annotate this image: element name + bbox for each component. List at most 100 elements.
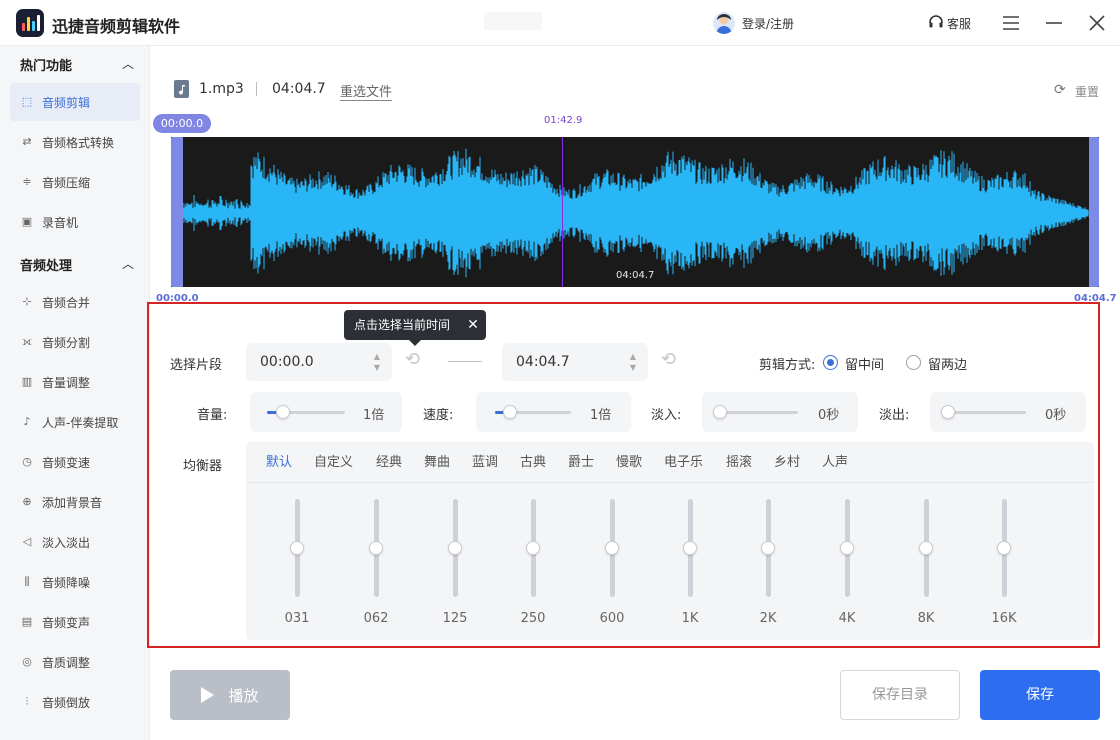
fade-in-slider[interactable]: 0秒 [702,392,858,432]
play-button[interactable]: 播放 [170,670,290,720]
sidebar-item-reverse[interactable]: ⫶ 音频倒放 [10,683,140,721]
sidebar-item-label: 音质调整 [42,655,91,670]
sidebar-item-label: 音频倒放 [42,695,91,710]
eq-band-label: 16K [991,611,1017,626]
radio-keep-both-ends-label[interactable]: 留两边 [928,354,967,373]
customer-service-link[interactable]: 客服 [947,15,971,32]
eq-band-thumb[interactable] [369,541,383,555]
sidebar-item-denoise[interactable]: ⫼ 音频降噪 [10,563,140,601]
sidebar-item-label: 音频分割 [42,335,91,350]
history-icon[interactable]: ⟲ [661,349,676,370]
minimize-icon[interactable] [1043,12,1065,34]
file-duration: 04:04.7 [272,81,326,97]
menu-icon[interactable] [1000,12,1022,34]
spinner-icon[interactable]: ▲ ▼ [374,351,380,373]
eq-preset-blues[interactable]: 蓝调 [472,451,498,470]
sidebar-item-fade[interactable]: ◁ 淡入淡出 [10,523,140,561]
save-directory-button[interactable]: 保存目录 [840,670,960,720]
eq-band-thumb[interactable] [919,541,933,555]
eq-band-thumb[interactable] [290,541,304,555]
sidebar-item-vocal-extract[interactable]: ♪ 人声-伴奏提取 [10,403,140,441]
sidebar-item-split[interactable]: ⟗ 音频分割 [10,323,140,361]
sidebar-item-label: 音频格式转换 [42,135,115,150]
sidebar-item-compress[interactable]: ≑ 音频压缩 [10,163,140,201]
quality-icon: ◎ [22,655,32,668]
eq-preset-classical[interactable]: 古典 [520,451,546,470]
add-bg-icon: ⊕ [22,495,32,508]
chevron-up-icon[interactable]: ︿ [122,55,134,72]
chevron-up-icon[interactable]: ︿ [122,255,134,272]
segment-end-input[interactable]: 04:04.7 ▲ ▼ [502,343,648,381]
volume-icon: ▥ [21,375,33,388]
sidebar-item-audio-trim[interactable]: ⬚ 音频剪辑 [10,83,140,121]
eq-preset-custom[interactable]: 自定义 [314,451,353,470]
reset-button[interactable]: 重置 [1075,83,1099,100]
close-icon[interactable] [1086,12,1108,34]
spinner-icon[interactable]: ▲ ▼ [630,351,636,373]
refresh-icon[interactable]: ⟳ [1054,82,1066,98]
avatar-icon[interactable] [713,12,735,34]
speed-icon: ◷ [22,455,32,468]
eq-preset-rock[interactable]: 摇滚 [726,451,752,470]
fade-out-slider[interactable]: 0秒 [930,392,1086,432]
eq-band-thumb[interactable] [448,541,462,555]
trim-start-handle[interactable] [171,137,183,287]
radio-keep-both-ends[interactable] [906,355,921,370]
eq-preset-country[interactable]: 乡村 [774,451,800,470]
slider-thumb[interactable] [275,405,290,419]
range-dash [448,361,482,362]
sidebar-item-format-convert[interactable]: ⇄ 音频格式转换 [10,123,140,161]
waveform[interactable] [171,137,1099,287]
sidebar-item-label: 音频变声 [42,615,91,630]
eq-preset-dance[interactable]: 舞曲 [424,451,450,470]
trim-end-handle[interactable] [1089,137,1099,287]
eq-band-thumb[interactable] [761,541,775,555]
eq-band-thumb[interactable] [997,541,1011,555]
sidebar-item-label: 音频压缩 [42,175,91,190]
convert-icon: ⇄ [22,135,32,148]
sidebar-item-speed[interactable]: ◷ 音频变速 [10,443,140,481]
eq-band-thumb[interactable] [526,541,540,555]
sidebar-item-quality[interactable]: ◎ 音质调整 [10,643,140,681]
eq-band-thumb[interactable] [840,541,854,555]
eq-preset-slow[interactable]: 慢歌 [616,451,642,470]
sidebar-item-voice-change[interactable]: ▤ 音频变声 [10,603,140,641]
login-register-link[interactable]: 登录/注册 [742,15,794,32]
eq-preset-classic[interactable]: 经典 [376,451,402,470]
fade-in-label: 淡入: [651,408,682,423]
section-title-process: 音频处理 [20,259,73,274]
eq-band-label: 4K [838,611,856,626]
reverse-icon: ⫶ [25,695,29,708]
speed-slider[interactable]: 1倍 [476,392,631,432]
headset-icon[interactable] [928,14,944,34]
volume-slider[interactable]: 1倍 [250,392,402,432]
fade-out-label: 淡出: [879,408,910,423]
speed-value: 1倍 [590,408,612,423]
sidebar-item-volume[interactable]: ▥ 音量调整 [10,363,140,401]
segment-start-input[interactable]: 00:00.0 ▲ ▼ [246,343,392,381]
play-icon [201,687,215,703]
vocal-icon: ♪ [23,415,31,428]
eq-band-label: 1K [681,611,699,626]
slider-thumb[interactable] [941,405,955,419]
eq-preset-default[interactable]: 默认 [266,451,292,470]
history-icon[interactable]: ⟲ [405,349,420,370]
save-button[interactable]: 保存 [980,670,1100,720]
sidebar-item-add-background[interactable]: ⊕ 添加背景音 [10,483,140,521]
eq-band-thumb[interactable] [683,541,697,555]
slider-track [948,411,1026,414]
eq-preset-vocal[interactable]: 人声 [822,451,848,470]
eq-preset-electronic[interactable]: 电子乐 [664,451,703,470]
slider-thumb[interactable] [503,405,518,419]
slider-thumb[interactable] [713,405,727,419]
radio-keep-middle[interactable] [823,355,838,370]
sidebar-item-merge[interactable]: ⊹ 音频合并 [10,283,140,321]
radio-keep-middle-label[interactable]: 留中间 [845,354,884,373]
tooltip-close-icon[interactable]: ✕ [464,310,482,340]
eq-band-thumb[interactable] [605,541,619,555]
eq-preset-jazz[interactable]: 爵士 [568,451,594,470]
sidebar-item-label: 人声-伴奏提取 [42,415,119,430]
playhead-line[interactable] [562,137,563,287]
reselect-file-link[interactable]: 重选文件 [340,81,393,101]
sidebar-item-recorder[interactable]: ▣ 录音机 [10,203,140,241]
